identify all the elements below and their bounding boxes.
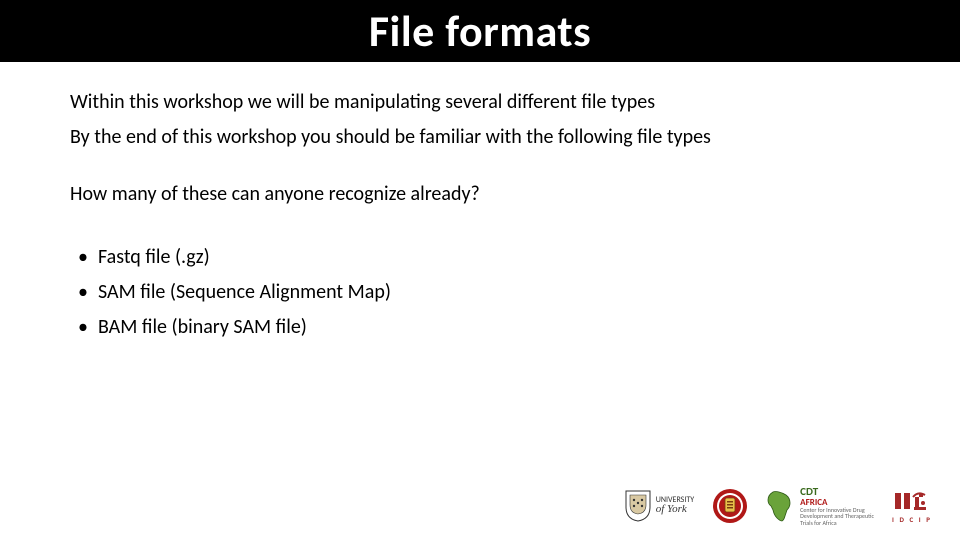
logo-idcip: I D C I P	[892, 489, 932, 524]
slide-content: Within this workshop we will be manipula…	[0, 62, 960, 340]
logo-text: of York	[656, 504, 694, 516]
africa-icon	[766, 489, 796, 523]
paragraph-intro: Within this workshop we will be manipula…	[70, 90, 890, 115]
crest-icon	[712, 488, 748, 524]
logo-text: I D C I P	[892, 515, 932, 524]
logo-text: Center for Innovative DrugDevelopment an…	[800, 507, 874, 526]
shield-icon	[624, 489, 652, 523]
list-item: BAM file (binary SAM file)	[70, 315, 890, 340]
slide-title: File formats	[369, 4, 591, 58]
logo-crest	[712, 488, 748, 524]
paragraph-outcome: By the end of this workshop you should b…	[70, 125, 890, 150]
list-item: Fastq file (.gz)	[70, 245, 890, 270]
logo-strip: UNIVERSITY of York CDT AFRICA Center for…	[624, 486, 932, 526]
title-bar: File formats	[0, 0, 960, 62]
paragraph-question: How many of these can anyone recognize a…	[70, 182, 890, 207]
idcip-icon	[892, 489, 932, 513]
bullet-list: Fastq file (.gz) SAM file (Sequence Alig…	[70, 245, 890, 340]
logo-cdt-africa: CDT AFRICA Center for Innovative DrugDev…	[766, 486, 874, 526]
list-item: SAM file (Sequence Alignment Map)	[70, 280, 890, 305]
logo-york: UNIVERSITY of York	[624, 489, 694, 523]
logo-text: CDT	[800, 486, 874, 498]
logo-cdt-label: CDT AFRICA Center for Innovative DrugDev…	[800, 486, 874, 526]
logo-york-label: UNIVERSITY of York	[656, 496, 694, 516]
